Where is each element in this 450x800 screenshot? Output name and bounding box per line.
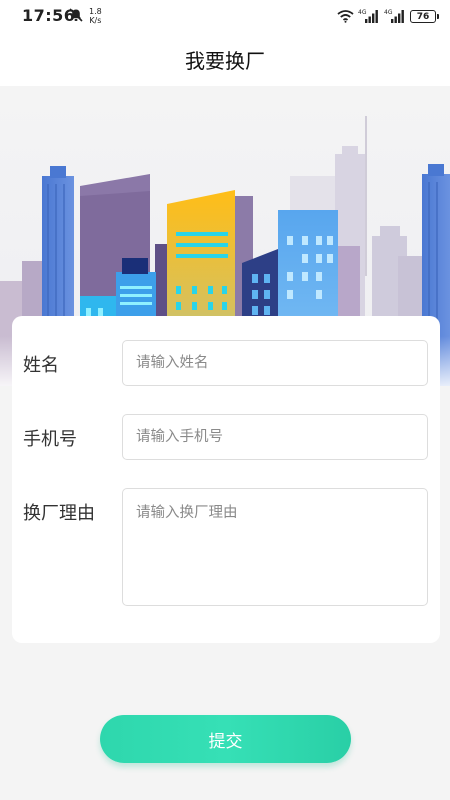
battery-level: 76 xyxy=(416,11,430,22)
name-input[interactable] xyxy=(122,340,428,386)
signal-1-type: 4G xyxy=(358,9,367,16)
name-label: 姓名 xyxy=(23,355,59,376)
reason-label: 换厂理由 xyxy=(23,503,95,524)
battery-icon: 76 xyxy=(410,9,439,23)
signal-2-type: 4G xyxy=(384,9,393,16)
status-bar: 17:56 1.8 K/s 4G 4G 76 xyxy=(0,0,450,32)
wifi-icon xyxy=(337,10,354,23)
network-speed-value: 1.8 xyxy=(89,7,102,16)
status-icons: 4G 4G 76 xyxy=(337,7,439,25)
network-speed: 1.8 K/s xyxy=(89,7,102,25)
signal-icon: 4G xyxy=(384,9,404,23)
title-bar: 我要换厂 xyxy=(0,32,450,86)
form-card: 姓名 手机号 换厂理由 xyxy=(12,316,440,643)
network-speed-unit: K/s xyxy=(89,16,102,25)
signal-icon: 4G xyxy=(358,9,378,23)
bell-muted-icon xyxy=(69,8,83,22)
phone-label: 手机号 xyxy=(23,429,77,450)
phone-input[interactable] xyxy=(122,414,428,460)
page-title: 我要换厂 xyxy=(185,49,265,73)
reason-textarea[interactable] xyxy=(122,488,428,606)
submit-button[interactable]: 提交 xyxy=(100,715,351,763)
